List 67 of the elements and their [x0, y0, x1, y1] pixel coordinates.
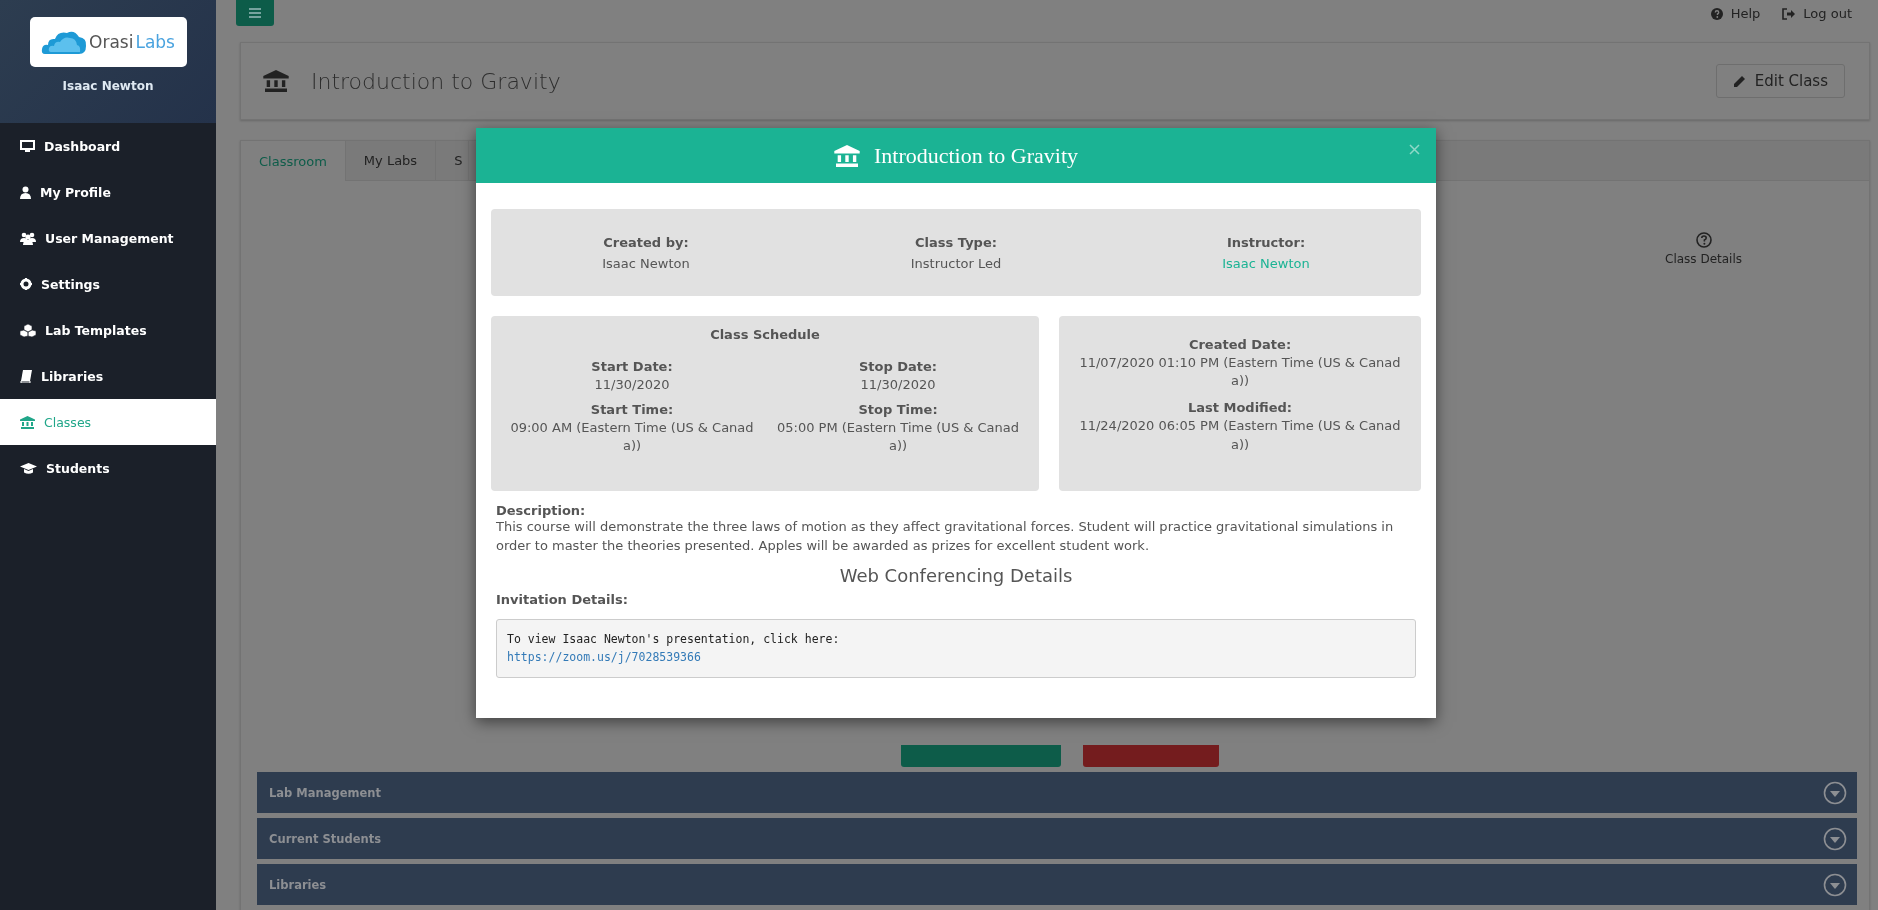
logo: Orasi Labs [29, 17, 187, 67]
field-label: Instructor: [1225, 234, 1307, 250]
accordion-header[interactable]: Libraries [257, 864, 1857, 905]
chevron-down-icon [1823, 826, 1847, 851]
meeting-link[interactable]: https://zoom.us/j/7028539366 [507, 649, 701, 664]
invitation-text: To view Isaac Newton's presentation, click here: [507, 630, 841, 648]
field-value: 05:00 PM (Eastern Time (US & Canada)) [775, 419, 1021, 456]
field-value: 11/24/2020 06:05 PM (Eastern Time (US & Canada)) [1078, 417, 1402, 454]
description-text: This course will demonstrate the three laws of motion as they affect gravitational forces. Student will practice gravitational simulations in order to master the theories presented. Apples will be awarded as prizes for excellent student work. [496, 518, 1395, 555]
field-label: Invitation Details: [496, 591, 629, 607]
field-value: 11/30/2020 [859, 376, 937, 394]
field-label: Start Time: [589, 402, 675, 418]
logout-link[interactable]: Log out [1782, 6, 1852, 21]
help-link[interactable]: Help [1710, 6, 1761, 21]
menu-icon [249, 8, 261, 18]
close-icon[interactable] [1409, 144, 1420, 155]
field-label: Class Type: [914, 234, 998, 250]
help-icon [1695, 232, 1712, 248]
section-title: Web Conferencing Details [838, 564, 1074, 586]
gear-icon [20, 278, 32, 290]
field-value: 11/07/2020 01:10 PM (Eastern Time (US & Canada)) [1078, 354, 1402, 391]
bank-icon [20, 415, 35, 429]
chevron-down-icon [1823, 872, 1847, 897]
nav-item[interactable]: Lab Templates [0, 307, 216, 353]
tab[interactable]: My Labs [345, 141, 437, 180]
help-icon [1710, 7, 1723, 20]
field-value: 11/30/2020 [593, 376, 671, 394]
field-label: Last Modified: [1186, 400, 1294, 416]
user-icon [20, 185, 31, 199]
accordion-header[interactable]: Current Students [257, 818, 1857, 859]
field-label: Created by: [602, 234, 690, 250]
menu-button[interactable] [236, 0, 274, 26]
field-value: 09:00 AM (Eastern Time (US & Canada)) [509, 419, 755, 456]
action-button[interactable] [1083, 745, 1219, 767]
bank-icon [263, 70, 289, 92]
pencil-icon [1732, 74, 1746, 88]
monitor-icon [20, 139, 35, 153]
nav-item[interactable]: Libraries [0, 353, 216, 399]
chevron-down-icon [1823, 780, 1847, 805]
logout-icon [1782, 7, 1796, 20]
nav-item[interactable]: Dashboard [0, 123, 216, 169]
field-label: Stop Date: [857, 359, 939, 374]
panel-title: Class Schedule [709, 327, 821, 342]
nav-item[interactable]: My Profile [0, 169, 216, 215]
graduation-cap-icon [20, 461, 37, 475]
field-label: Stop Time: [857, 402, 939, 418]
bank-icon [833, 144, 860, 167]
page-title: Introduction to Gravity [311, 68, 561, 94]
field-label: Created Date: [1187, 337, 1293, 352]
nav-item[interactable]: Classes [0, 399, 216, 445]
field-label: Description: [496, 503, 587, 518]
class-details-link[interactable]: Class Details [1665, 232, 1742, 266]
nav-item[interactable]: User Management [0, 215, 216, 261]
nav-item[interactable]: Students [0, 445, 216, 491]
user-name: Isaac Newton [62, 79, 154, 93]
nav-item[interactable]: Settings [0, 261, 216, 307]
edit-class-button[interactable]: Edit Class [1715, 64, 1845, 98]
field-label: Start Date: [590, 359, 674, 374]
users-icon [20, 231, 36, 245]
modal-title: Introduction to Gravity [873, 142, 1079, 169]
cubes-icon [20, 323, 36, 337]
action-button[interactable] [901, 745, 1061, 767]
book-icon [20, 369, 32, 383]
accordion-header[interactable]: Lab Management [257, 772, 1857, 813]
field-value: Isaac Newton [601, 255, 691, 271]
tab[interactable]: S [436, 141, 470, 180]
field-value: Instructor Led [909, 255, 1003, 271]
